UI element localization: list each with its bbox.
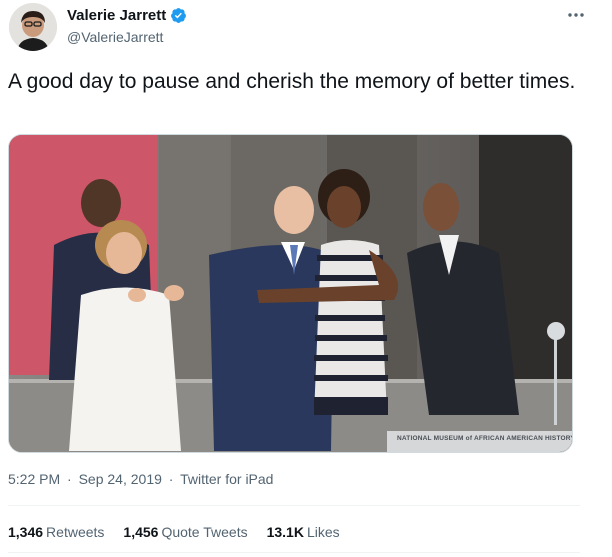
tweet-date[interactable]: Sep 24, 2019 [79, 471, 162, 487]
tweet-photo[interactable]: NATIONAL MUSEUM of AFRICAN AMERICAN HIST… [8, 134, 573, 453]
verified-badge-icon [171, 8, 187, 23]
author-handle[interactable]: @ValerieJarrett [67, 29, 163, 45]
more-options-button[interactable] [564, 4, 588, 26]
likes-count: 13.1K [266, 524, 304, 540]
meta-separator: · [168, 471, 174, 487]
photo-caption-plaque: NATIONAL MUSEUM of AFRICAN AMERICAN HIST… [397, 435, 573, 442]
retweets-label: Retweets [46, 524, 105, 540]
tweet-timestamp-row: 5:22 PM · Sep 24, 2019 · Twitter for iPa… [8, 471, 276, 487]
likes-label: Likes [306, 524, 340, 540]
quote-tweets-stat[interactable]: 1,456 Quote Tweets [123, 524, 247, 540]
divider [8, 505, 580, 506]
more-icon [568, 13, 584, 17]
tweet-stats-row: 1,346 Retweets 1,456 Quote Tweets 13.1K Lik… [8, 524, 340, 540]
tweet-time[interactable]: 5:22 PM [8, 471, 60, 487]
tweet: Valerie Jarrett @ValerieJarrett A good d… [0, 0, 612, 557]
retweets-stat[interactable]: 1,346 Retweets [8, 524, 104, 540]
likes-stat[interactable]: 13.1K Likes [267, 524, 340, 540]
meta-separator: · [67, 471, 72, 487]
photo-illustration [9, 135, 572, 452]
avatar-image [9, 3, 57, 51]
author-display-name[interactable]: Valerie Jarrett [67, 7, 166, 24]
author-name-row[interactable]: Valerie Jarrett [67, 7, 187, 24]
avatar[interactable] [9, 3, 57, 51]
divider [8, 552, 580, 553]
quote-tweets-count: 1,456 [123, 524, 159, 540]
quote-tweets-label: Quote Tweets [161, 524, 248, 540]
retweets-count: 1,346 [8, 524, 44, 540]
tweet-text: A good day to pause and cherish the memo… [8, 70, 576, 93]
tweet-source[interactable]: Twitter for iPad [180, 471, 273, 487]
